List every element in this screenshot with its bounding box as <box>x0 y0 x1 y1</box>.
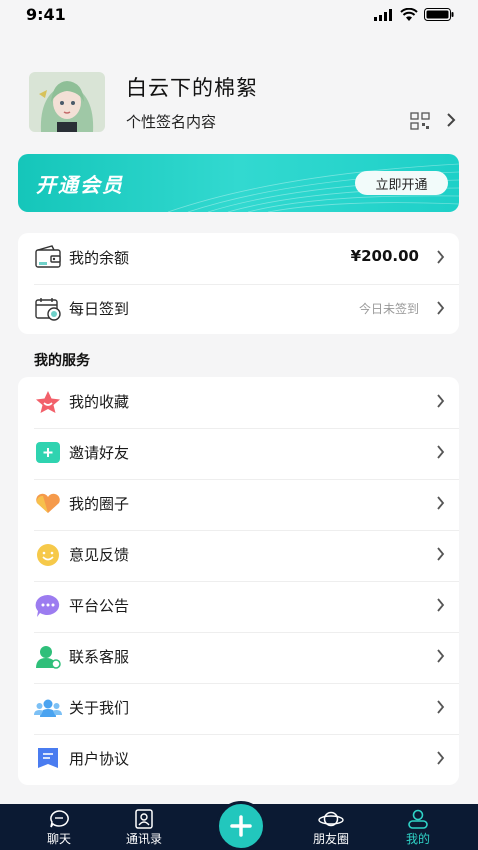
tab-moments[interactable]: 朋友圈 <box>291 804 371 850</box>
chevron-right-icon <box>437 394 445 408</box>
chevron-right-icon <box>437 250 445 264</box>
customer-service-icon <box>36 646 61 669</box>
wallet-card: 我的余额 ¥200.00 每日签到 今日未签到 <box>18 233 459 334</box>
service-item-invite[interactable]: 邀请好友 <box>18 428 459 479</box>
chevron-right-icon <box>437 496 445 510</box>
smile-feedback-icon <box>37 544 59 566</box>
tab-contacts[interactable]: 通讯录 <box>104 804 184 850</box>
star-icon <box>36 391 60 413</box>
balance-row[interactable]: 我的余额 ¥200.00 <box>18 233 459 284</box>
contacts-icon <box>135 809 153 829</box>
plus-icon <box>230 815 252 837</box>
agreement-icon <box>38 748 58 768</box>
service-label: 平台公告 <box>69 597 130 615</box>
service-label: 联系客服 <box>69 648 130 666</box>
service-item-feedback[interactable]: 意见反馈 <box>18 530 459 581</box>
service-item-agreement[interactable]: 用户协议 <box>18 734 459 785</box>
service-label: 我的收藏 <box>69 393 130 411</box>
chat-icon <box>50 810 69 828</box>
chevron-right-icon <box>437 547 445 561</box>
chevron-right-icon <box>437 445 445 459</box>
team-icon <box>34 699 62 717</box>
person-icon <box>408 809 428 829</box>
profile-name: 白云下的棉絮 <box>126 76 258 100</box>
wifi-icon <box>400 8 418 21</box>
checkin-label: 每日签到 <box>69 300 130 318</box>
invite-icon <box>36 442 60 463</box>
qr-code-icon[interactable] <box>410 112 430 130</box>
wallet-icon <box>35 245 61 268</box>
profile-signature: 个性签名内容 <box>126 113 217 131</box>
status-time: 9:41 <box>26 5 66 24</box>
tab-mine[interactable]: 我的 <box>378 804 458 850</box>
heart-circle-icon <box>36 493 60 513</box>
chevron-right-icon <box>437 751 445 765</box>
checkin-status: 今日未签到 <box>358 302 419 316</box>
profile-header[interactable]: 白云下的棉絮 个性签名内容 <box>29 72 459 134</box>
battery-icon <box>424 8 454 21</box>
service-item-about[interactable]: 关于我们 <box>18 683 459 734</box>
service-label: 我的圈子 <box>69 495 130 513</box>
services-title: 我的服务 <box>34 353 90 369</box>
chevron-right-icon <box>447 113 456 127</box>
tab-chat[interactable]: 聊天 <box>19 804 99 850</box>
calendar-checkin-icon <box>35 298 61 321</box>
service-item-customer-service[interactable]: 联系客服 <box>18 632 459 683</box>
service-item-circle[interactable]: 我的圈子 <box>18 479 459 530</box>
chevron-right-icon <box>437 598 445 612</box>
vip-title: 开通会员 <box>36 173 124 197</box>
tab-label-active: 我的 <box>405 832 430 846</box>
service-item-announcement[interactable]: 平台公告 <box>18 581 459 632</box>
service-item-favorites[interactable]: 我的收藏 <box>18 377 459 428</box>
service-label: 意见反馈 <box>69 546 130 564</box>
chat-bubble-icon <box>35 594 60 617</box>
open-vip-button[interactable]: 立即开通 <box>355 171 448 195</box>
balance-label: 我的余额 <box>69 249 130 267</box>
service-label: 关于我们 <box>69 699 130 717</box>
add-button[interactable] <box>216 801 266 850</box>
checkin-row[interactable]: 每日签到 今日未签到 <box>18 284 459 335</box>
chevron-right-icon <box>437 301 445 315</box>
tab-label: 朋友圈 <box>312 832 349 846</box>
avatar[interactable] <box>29 72 105 132</box>
planet-icon <box>318 811 344 827</box>
service-label: 邀请好友 <box>69 444 130 462</box>
chevron-right-icon <box>437 700 445 714</box>
service-label: 用户协议 <box>69 750 130 768</box>
signal-icon <box>374 8 392 21</box>
vip-banner[interactable]: 开通会员 立即开通 <box>18 154 459 212</box>
tab-label: 通讯录 <box>125 832 162 846</box>
services-card: 我的收藏 邀请好友 我的圈子 意见反馈 平台公告 联系客服 关于我们 用户协议 <box>18 377 459 785</box>
balance-value: ¥200.00 <box>350 247 419 265</box>
status-icons <box>374 8 454 21</box>
chevron-right-icon <box>437 649 445 663</box>
tab-label: 聊天 <box>46 832 71 846</box>
status-bar: 9:41 <box>0 0 478 30</box>
